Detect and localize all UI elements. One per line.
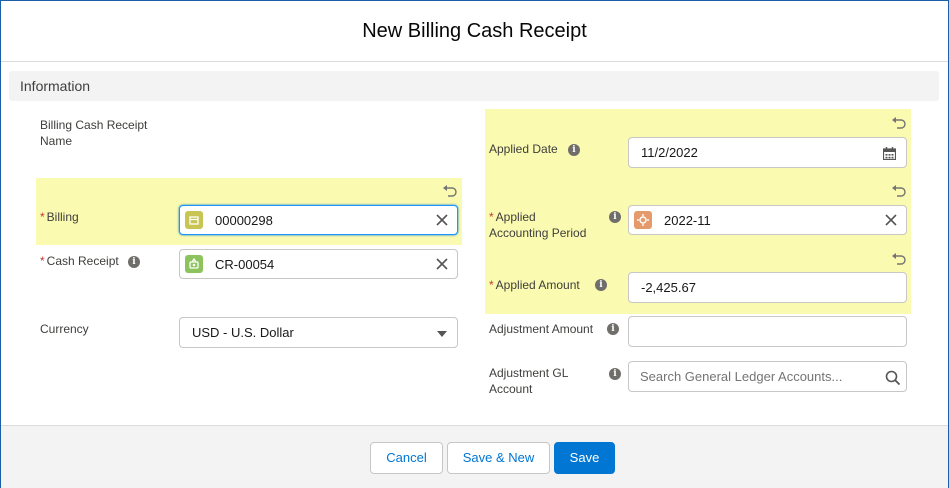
info-icon[interactable]: i xyxy=(609,211,621,223)
clear-icon[interactable] xyxy=(436,214,448,226)
adjustment-amount-input[interactable] xyxy=(628,316,907,347)
save-and-new-button[interactable]: Save & New xyxy=(447,442,550,474)
info-icon[interactable]: i xyxy=(595,279,607,291)
applied-date-value: 11/2/2022 xyxy=(641,145,698,160)
info-icon[interactable]: i xyxy=(607,323,619,335)
save-button[interactable]: Save xyxy=(554,442,615,474)
adjustment-amount-label: Adjustment Amount xyxy=(489,322,594,336)
accounting-period-lookup[interactable]: 2022-11 xyxy=(628,205,907,235)
accounting-period-value: 2022-11 xyxy=(664,213,711,228)
billing-cash-receipt-name-label: Billing Cash Receipt Name xyxy=(40,118,148,148)
billing-lookup[interactable]: 00000298 xyxy=(179,205,458,235)
applied-date-label: Applied Date xyxy=(489,142,558,156)
clear-icon[interactable] xyxy=(436,258,448,270)
applied-amount-input[interactable]: -2,425.67 xyxy=(628,272,907,303)
cancel-button[interactable]: Cancel xyxy=(370,442,443,474)
billing-value: 00000298 xyxy=(215,213,273,228)
undo-icon[interactable] xyxy=(891,115,907,129)
cash-receipt-object-icon xyxy=(185,255,203,273)
calendar-icon[interactable] xyxy=(883,147,896,160)
accounting-period-object-icon xyxy=(634,211,652,229)
info-icon[interactable]: i xyxy=(128,256,140,268)
cash-receipt-lookup[interactable]: CR-00054 xyxy=(179,249,458,279)
modal-footer: Cancel Save & New Save xyxy=(1,425,948,488)
info-icon[interactable]: i xyxy=(609,368,621,380)
search-icon[interactable] xyxy=(885,370,901,386)
applied-accounting-period-label: * Applied Accounting Period xyxy=(489,210,587,240)
applied-date-input[interactable]: 11/2/2022 xyxy=(628,137,907,168)
applied-amount-value: -2,425.67 xyxy=(641,280,696,295)
cash-receipt-label: * Cash Receipt xyxy=(40,254,119,268)
adjustment-gl-account-search[interactable]: Search General Ledger Accounts... xyxy=(628,361,907,392)
section-title: Information xyxy=(20,78,91,94)
currency-value: USD - U.S. Dollar xyxy=(192,325,294,340)
currency-label: Currency xyxy=(40,322,89,336)
modal-header: New Billing Cash Receipt xyxy=(1,1,948,62)
undo-icon[interactable] xyxy=(891,251,907,265)
clear-icon[interactable] xyxy=(885,214,897,226)
info-icon[interactable]: i xyxy=(568,144,580,156)
billing-label: * Billing xyxy=(40,210,79,224)
billing-object-icon xyxy=(185,211,203,229)
undo-icon[interactable] xyxy=(891,183,907,197)
adjustment-gl-account-label: Adjustment GL Account xyxy=(489,366,569,396)
cash-receipt-value: CR-00054 xyxy=(215,257,275,272)
chevron-down-icon xyxy=(437,331,447,337)
modal-title: New Billing Cash Receipt xyxy=(362,20,587,42)
undo-icon[interactable] xyxy=(442,183,458,197)
modal: New Billing Cash Receipt Information Bil… xyxy=(0,0,949,488)
applied-amount-label: * Applied Amount xyxy=(489,278,580,292)
section-header[interactable]: Information xyxy=(9,71,939,101)
adjustment-gl-account-placeholder: Search General Ledger Accounts... xyxy=(640,369,843,384)
currency-select[interactable]: USD - U.S. Dollar xyxy=(179,317,458,348)
